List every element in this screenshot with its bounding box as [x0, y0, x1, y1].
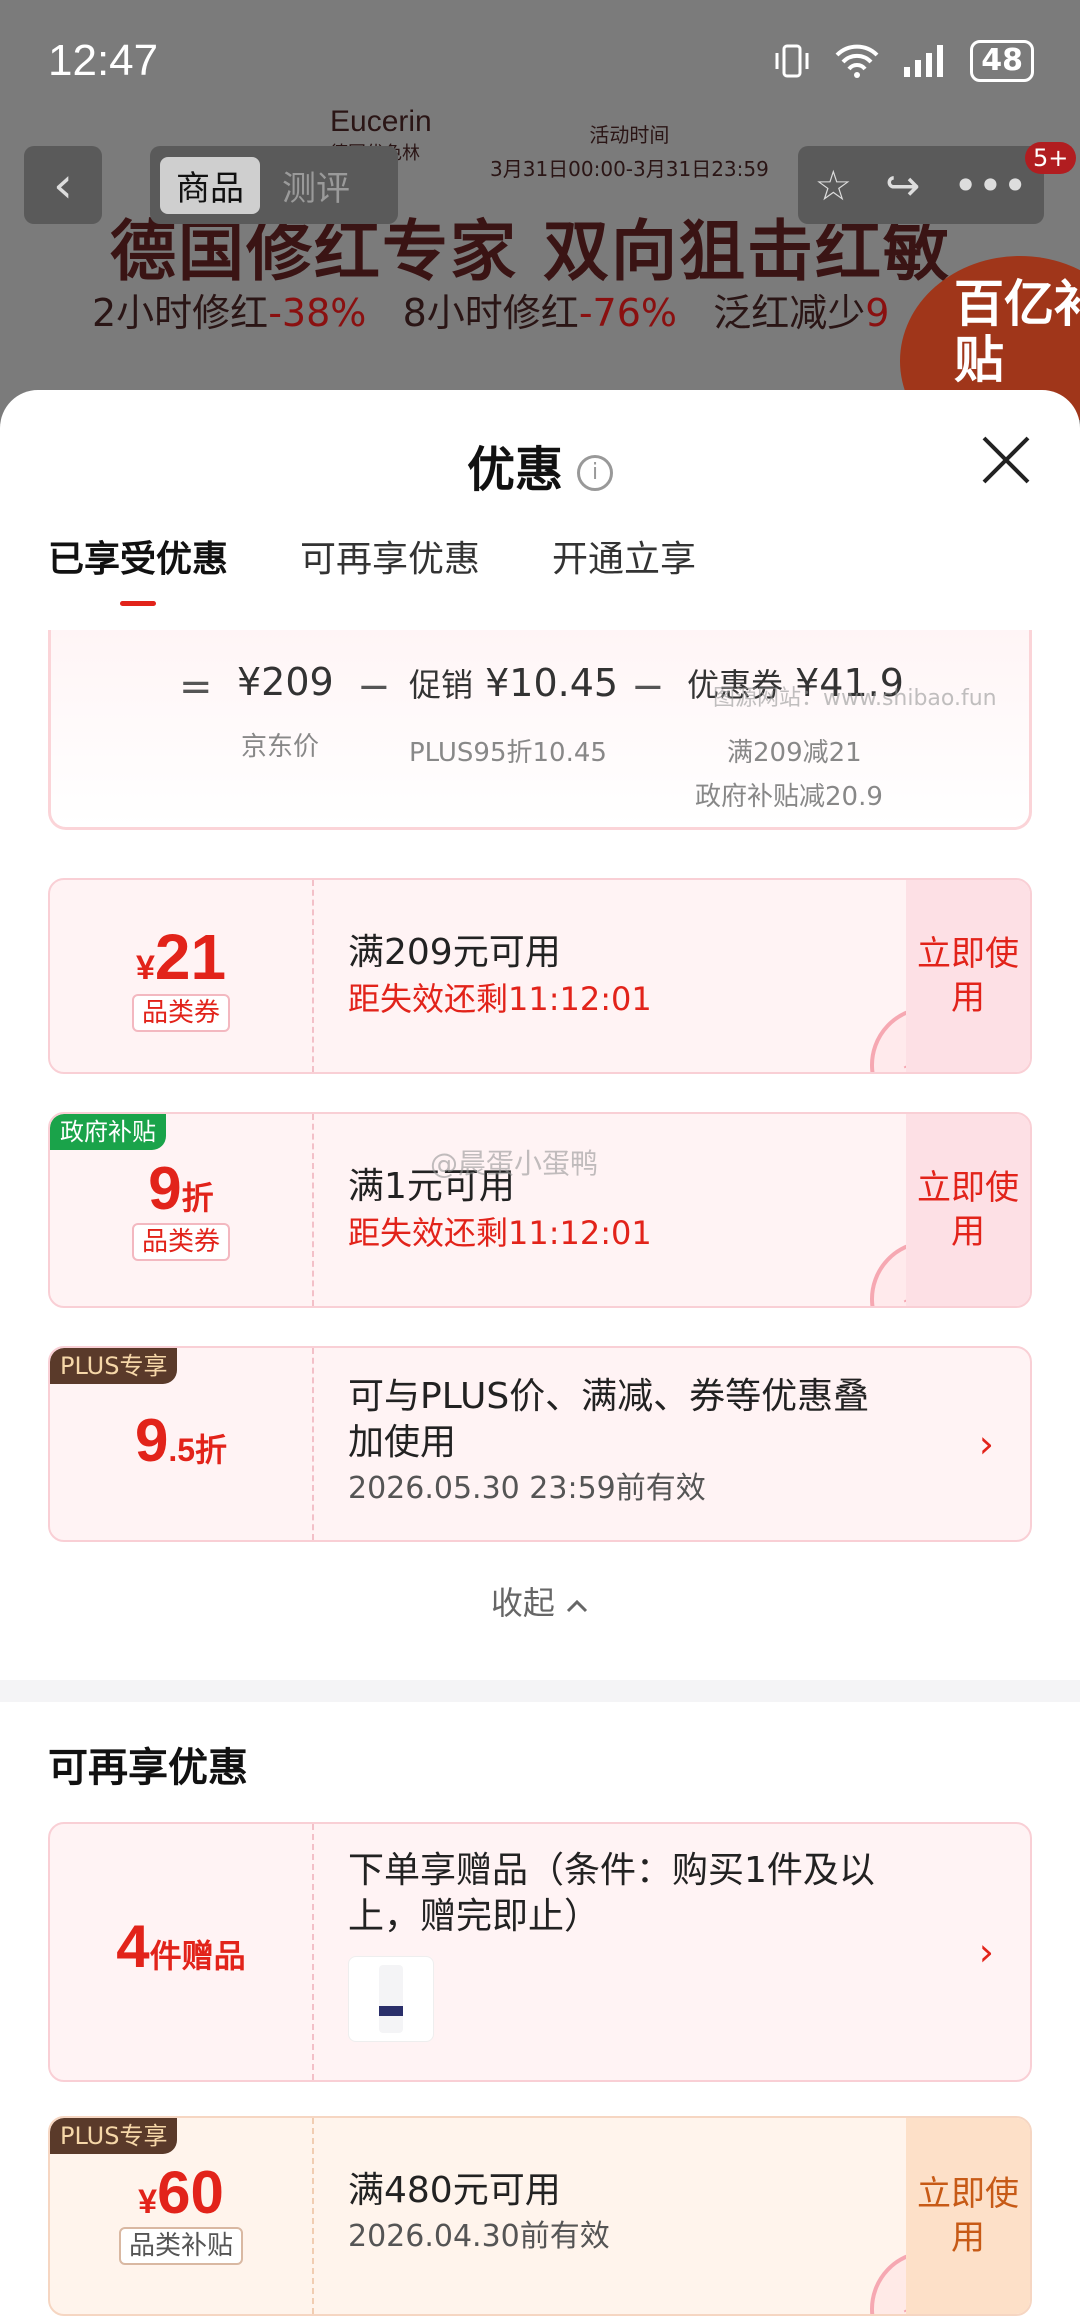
- product-page-background: 12:47 48 Eucerin 德国优色林 活动时间 3月31日00:00-3…: [0, 0, 1080, 420]
- battery-indicator: 48: [970, 40, 1034, 82]
- info-icon[interactable]: i: [577, 455, 613, 491]
- more-icon[interactable]: •••: [953, 161, 1027, 210]
- coupon-value: 9.5折: [134, 1407, 228, 1474]
- chevron-left-icon: ‹: [53, 156, 73, 214]
- plus-discount-card[interactable]: PLUS专享 9.5折 可与PLUS价、满减、券等优惠叠加使用 2026.05.…: [48, 1346, 1032, 1542]
- chevron-up-icon: [567, 1599, 588, 1613]
- minus-sign-1: −: [357, 664, 391, 710]
- promo-detail: PLUS95折10.45: [409, 738, 607, 768]
- tab-more-available[interactable]: 可再享优惠: [300, 530, 480, 606]
- status-time: 12:47: [48, 36, 159, 85]
- share-icon[interactable]: ↪: [885, 161, 920, 210]
- section-title: 可再享优惠: [48, 1745, 248, 1791]
- tab-activate[interactable]: 开通立享: [552, 530, 696, 606]
- close-icon[interactable]: [978, 432, 1034, 488]
- gift-count: 4件赠品: [116, 1913, 246, 1980]
- chevron-right-icon[interactable]: ›: [979, 1824, 994, 2080]
- back-button[interactable]: ‹: [24, 146, 102, 224]
- tab-goods[interactable]: 商品: [160, 156, 260, 214]
- collapse-button[interactable]: 收起: [0, 1578, 1080, 1624]
- tab-enjoyed[interactable]: 已享受优惠: [48, 530, 228, 606]
- coupon-body: 可与PLUS价、满减、券等优惠叠加使用 2026.05.30 23:59前有效: [348, 1376, 870, 1506]
- activity-time: 活动时间 3月31日00:00-3月31日23:59: [490, 123, 769, 181]
- gift-card[interactable]: 4件赠品 下单享赠品（条件：购买1件及以上，赠完即止） ›: [48, 1822, 1032, 2082]
- coupon-value: 9折 品类券: [50, 1114, 312, 1306]
- wifi-icon: [835, 44, 879, 78]
- status-bar: 12:47 48: [0, 0, 1080, 120]
- vibrate-icon: [775, 44, 809, 78]
- chevron-right-icon[interactable]: ›: [979, 1348, 994, 1540]
- coupon-card[interactable]: ¥21 品类券 满209元可用 距失效还剩11:12:01 已领 立即使用: [48, 878, 1032, 1074]
- star-icon[interactable]: ☆: [814, 161, 852, 210]
- weibo-watermark: @晨蛋小蛋鸭: [430, 1147, 599, 1180]
- message-badge: 5+: [1025, 142, 1077, 174]
- jd-price: ¥209: [237, 660, 334, 704]
- coupon-type-tag: 品类券: [131, 1223, 230, 1261]
- tab-review[interactable]: 测评: [282, 161, 350, 210]
- coupon-value: ¥60 品类补贴: [50, 2118, 312, 2314]
- sheet-title: 优惠 i: [0, 430, 1080, 500]
- sheet-tabs: 已享受优惠 可再享优惠 开通立享: [48, 530, 696, 606]
- coupon-type-tag: 品类补贴: [118, 2227, 243, 2265]
- plus-coupon-card[interactable]: PLUS专享 ¥60 品类补贴 满480元可用 2026.04.30前有效 已领…: [48, 2116, 1032, 2316]
- coupon-value: ¥21 品类券: [50, 880, 312, 1072]
- gift-thumbnail[interactable]: [348, 1956, 434, 2042]
- coupon-body: 满480元可用 2026.04.30前有效: [348, 2170, 610, 2254]
- equals-sign: =: [179, 664, 213, 710]
- use-now-button[interactable]: 立即使用: [906, 1114, 1030, 1306]
- top-right-tools: ☆ ↪ •••: [798, 146, 1044, 224]
- minus-sign-2: −: [631, 664, 665, 710]
- coupon-type-tag: 品类券: [131, 994, 230, 1032]
- use-now-button[interactable]: 立即使用: [906, 2118, 1030, 2314]
- price-breakdown: = ¥209 京东价 − 促销 ¥10.45 PLUS95折10.45 − 优惠…: [48, 630, 1032, 830]
- jd-price-label: 京东价: [241, 732, 320, 762]
- gift-body: 下单享赠品（条件：购买1件及以上，赠完即止）: [348, 1848, 890, 2042]
- coupon-detail-2: 政府补贴减20.9: [695, 782, 883, 812]
- image-watermark: 图源网站：www.shibao.fun: [713, 686, 997, 711]
- use-now-button[interactable]: 立即使用: [906, 880, 1030, 1072]
- banner-claims: 2小时修红-38% 8小时修红-76% 泛红减少9: [92, 291, 890, 335]
- discount-sheet: 优惠 i 已享受优惠 可再享优惠 开通立享 = ¥209 京东价 − 促销 ¥10…: [0, 390, 1080, 2324]
- coupon-detail-1: 满209减21: [727, 738, 862, 768]
- coupon-body: 满209元可用 距失效还剩11:12:01: [348, 932, 652, 1018]
- page-tabs: 商品 测评: [150, 146, 398, 224]
- signal-icon: [904, 45, 944, 77]
- promo: 促销 ¥10.45: [409, 661, 619, 705]
- status-icons: 48: [772, 40, 1034, 82]
